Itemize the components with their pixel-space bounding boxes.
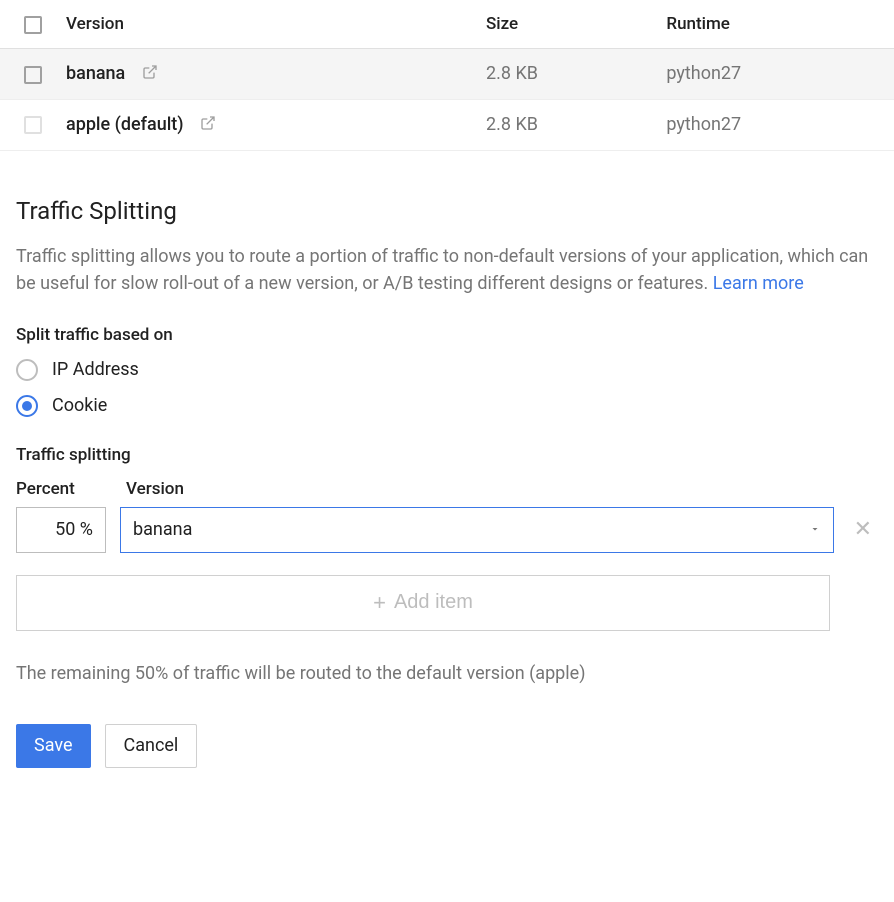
cancel-button[interactable]: Cancel bbox=[105, 724, 198, 768]
traffic-splitting-label: Traffic splitting bbox=[16, 445, 878, 465]
version-name: banana bbox=[66, 63, 125, 84]
version-size: 2.8 KB bbox=[476, 99, 656, 150]
radio-label-cookie: Cookie bbox=[52, 395, 107, 416]
split-basis-label: Split traffic based on bbox=[16, 325, 878, 345]
chevron-down-icon bbox=[809, 519, 821, 540]
external-link-icon[interactable] bbox=[200, 115, 216, 136]
traffic-splitting-description: Traffic splitting allows you to route a … bbox=[16, 243, 878, 297]
radio-option-ip[interactable]: IP Address bbox=[16, 359, 878, 381]
select-all-checkbox[interactable] bbox=[24, 16, 42, 34]
table-row[interactable]: banana 2.8 KB python27 bbox=[0, 49, 894, 100]
save-button[interactable]: Save bbox=[16, 724, 91, 768]
table-row[interactable]: apple (default) 2.8 KB python27 bbox=[0, 99, 894, 150]
column-header-size: Size bbox=[476, 0, 656, 49]
row-checkbox[interactable] bbox=[24, 116, 42, 134]
radio-label-ip: IP Address bbox=[52, 359, 139, 380]
remove-row-icon[interactable]: ✕ bbox=[848, 517, 878, 542]
external-link-icon[interactable] bbox=[142, 64, 158, 85]
traffic-splitting-title: Traffic Splitting bbox=[16, 197, 878, 225]
split-row: banana ✕ bbox=[16, 507, 878, 553]
percent-input[interactable] bbox=[16, 507, 106, 553]
row-checkbox[interactable] bbox=[24, 66, 42, 84]
column-header-percent: Percent bbox=[16, 479, 126, 499]
versions-table: Version Size Runtime banana 2.8 KB pytho… bbox=[0, 0, 894, 151]
remaining-traffic-text: The remaining 50% of traffic will be rou… bbox=[16, 663, 878, 684]
version-size: 2.8 KB bbox=[476, 49, 656, 100]
version-runtime: python27 bbox=[656, 99, 894, 150]
add-item-button[interactable]: + Add item bbox=[16, 575, 830, 631]
split-basis-radio-group: IP Address Cookie bbox=[16, 359, 878, 417]
version-runtime: python27 bbox=[656, 49, 894, 100]
radio-icon bbox=[16, 395, 38, 417]
column-header-version-split: Version bbox=[126, 479, 184, 499]
version-name: apple (default) bbox=[66, 114, 184, 135]
column-header-version: Version bbox=[56, 0, 476, 49]
add-item-label: Add item bbox=[394, 591, 473, 614]
plus-icon: + bbox=[373, 590, 386, 616]
column-header-runtime: Runtime bbox=[656, 0, 894, 49]
learn-more-link[interactable]: Learn more bbox=[713, 273, 804, 294]
version-select[interactable]: banana bbox=[120, 507, 834, 553]
radio-option-cookie[interactable]: Cookie bbox=[16, 395, 878, 417]
radio-icon bbox=[16, 359, 38, 381]
button-row: Save Cancel bbox=[16, 724, 878, 768]
version-select-value: banana bbox=[133, 519, 192, 540]
